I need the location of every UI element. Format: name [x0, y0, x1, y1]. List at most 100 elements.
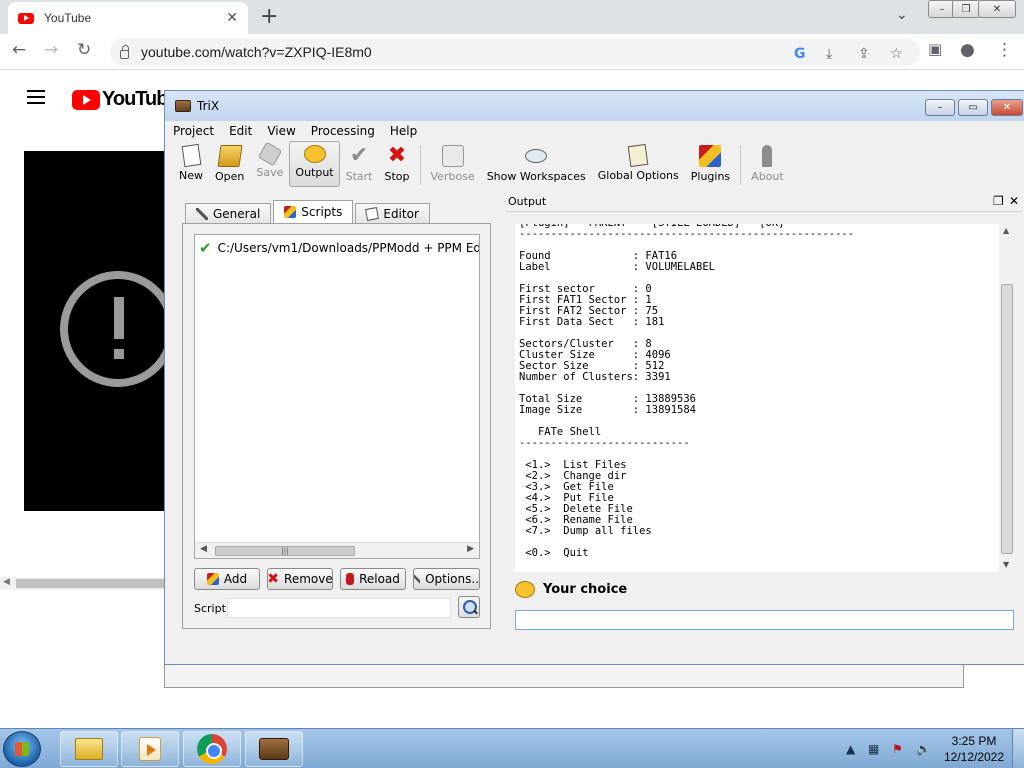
verbose-button[interactable]: Verbose	[425, 141, 481, 187]
share-icon[interactable]: ⇪	[858, 46, 870, 62]
menu-view[interactable]: View	[267, 124, 295, 138]
search-script-button[interactable]	[458, 596, 480, 618]
system-clock[interactable]: 3:25 PM 12/12/2022	[940, 733, 1008, 765]
open-button[interactable]: Open	[209, 141, 250, 187]
youtube-logo-icon	[72, 89, 100, 110]
start-button[interactable]	[3, 731, 41, 767]
float-pane-icon[interactable]: ❐	[993, 194, 1004, 208]
restore-browser-button[interactable]: ❐	[952, 0, 980, 18]
close-browser-button[interactable]: ✕	[978, 0, 1016, 18]
remove-button[interactable]: ✖ Remove	[267, 568, 333, 590]
output-pane-title: Output	[508, 195, 547, 208]
taskbar-media-player[interactable]	[121, 731, 179, 767]
about-button[interactable]: About	[745, 141, 790, 187]
choice-input[interactable]	[515, 610, 1014, 630]
save-button[interactable]: Save	[250, 141, 289, 187]
back-arrow-icon[interactable]: ←	[12, 40, 26, 60]
clock-time: 3:25 PM	[951, 734, 997, 748]
close-tab-icon[interactable]: ✕	[226, 10, 238, 26]
loaded-check-icon: ✔	[199, 239, 212, 257]
scroll-down-arrow-icon[interactable]: ▼	[1003, 560, 1009, 569]
install-app-icon[interactable]: ⤓	[826, 46, 832, 62]
bookmark-star-icon[interactable]: ☆	[890, 46, 903, 62]
trix-app-icon	[175, 100, 191, 112]
taskbar-explorer[interactable]	[60, 731, 118, 767]
editor-page-icon	[365, 206, 380, 221]
plugins-blocks-icon	[699, 145, 722, 167]
folder-icon	[75, 738, 103, 760]
menu-project[interactable]: Project	[173, 124, 214, 138]
output-scroll-thumb[interactable]	[1001, 284, 1013, 554]
reload-icon[interactable]: ↻	[77, 40, 91, 60]
trix-title-bar[interactable]: TriX – ▭ ✕	[165, 91, 1024, 121]
options-wrench-icon	[414, 573, 421, 585]
scripts-panel: ✔ C:/Users/vm1/Downloads/PPModd + PPM Ed…	[182, 223, 491, 629]
clock-date: 12/12/2022	[943, 750, 1005, 764]
start-button[interactable]: ✔ Start	[340, 141, 379, 187]
scroll-up-arrow-icon[interactable]: ▲	[1003, 226, 1009, 235]
stop-button[interactable]: ✖ Stop	[379, 141, 416, 187]
minimize-button[interactable]: –	[925, 99, 955, 116]
maximize-button[interactable]: ▭	[958, 99, 988, 116]
action-center-flag-icon[interactable]: ⚑	[892, 742, 903, 756]
show-hidden-icons-icon[interactable]: ▲	[846, 742, 855, 756]
script-list[interactable]: ✔ C:/Users/vm1/Downloads/PPModd + PPM Ed…	[194, 234, 480, 559]
plugins-button[interactable]: Plugins	[685, 141, 736, 187]
video-player[interactable]	[24, 151, 174, 511]
close-button[interactable]: ✕	[991, 99, 1023, 116]
profile-avatar-icon[interactable]: ●	[960, 40, 975, 60]
forward-arrow-icon[interactable]: →	[44, 40, 58, 60]
new-file-icon	[181, 143, 201, 168]
close-pane-icon[interactable]: ✕	[1009, 194, 1019, 208]
show-workspaces-button[interactable]: Show Workspaces	[481, 141, 592, 187]
youtube-logo[interactable]: YouTube	[72, 88, 179, 111]
volume-icon[interactable]: 🔈	[916, 742, 931, 756]
reload-button[interactable]: Reload	[340, 568, 406, 590]
side-panel-icon[interactable]: ▣	[928, 40, 942, 58]
options-button[interactable]: Options..	[413, 568, 480, 590]
speech-bubble-icon	[303, 145, 326, 163]
media-player-icon	[139, 737, 161, 761]
address-bar[interactable]: youtube.com/watch?v=ZXPIQ-IE8m0 G ⤓ ⇪ ☆	[110, 38, 920, 66]
scroll-left-arrow-icon[interactable]: ◀	[3, 577, 10, 587]
scroll-right-arrow-icon[interactable]: ▶	[467, 544, 474, 554]
trix-chest-icon	[259, 738, 289, 760]
chrome-menu-icon[interactable]: ⋮	[996, 40, 1013, 60]
menu-help[interactable]: Help	[390, 124, 417, 138]
speech-bubble-icon	[515, 581, 535, 598]
list-item[interactable]: ✔ C:/Users/vm1/Downloads/PPModd + PPM Ed…	[199, 239, 479, 257]
new-tab-icon[interactable]: +	[260, 4, 278, 29]
scroll-left-arrow-icon[interactable]: ◀	[200, 544, 207, 554]
new-button[interactable]: New	[173, 141, 209, 187]
tab-general[interactable]: General	[185, 203, 272, 223]
global-options-button[interactable]: Global Options	[592, 141, 685, 187]
toolbar-separator	[740, 145, 742, 185]
add-button[interactable]: Add	[194, 568, 260, 590]
remove-x-icon: ✖	[267, 571, 280, 587]
your-choice-prompt: Your choice	[515, 581, 627, 598]
scrollbar-thumb[interactable]: |||	[215, 546, 355, 556]
page-scroll-thumb[interactable]	[16, 579, 166, 588]
tab-search-chevron-icon[interactable]: ⌄	[896, 7, 908, 23]
youtube-menu-icon[interactable]	[27, 90, 45, 108]
left-tabs: General Scripts Editor	[185, 200, 432, 223]
script-input[interactable]	[227, 598, 451, 618]
browser-tab-youtube[interactable]: YouTube ✕	[8, 2, 248, 34]
menu-processing[interactable]: Processing	[311, 124, 375, 138]
browser-tab-strip: YouTube ✕ + ⌄ – ❐ ✕	[0, 0, 1024, 34]
output-console[interactable]: [Plugin] FAKENT [STILL LOADED] [OK] ----…	[515, 224, 999, 572]
menu-edit[interactable]: Edit	[229, 124, 252, 138]
output-vertical-scrollbar[interactable]: ▲ ▼	[999, 224, 1015, 572]
script-list-scrollbar[interactable]: ◀ ||| ▶	[195, 542, 479, 558]
tab-editor[interactable]: Editor	[355, 203, 430, 223]
scripts-blocks-icon	[284, 206, 297, 218]
network-icon[interactable]: ▦	[868, 742, 879, 756]
taskbar-trix[interactable]	[245, 731, 303, 767]
google-lens-icon[interactable]: G	[794, 46, 806, 62]
page-horizontal-scrollbar[interactable]: ◀	[0, 577, 170, 590]
trix-window: TriX – ▭ ✕ Project Edit View Processing …	[164, 90, 1024, 665]
taskbar-chrome[interactable]	[183, 731, 241, 767]
output-button[interactable]: Output	[289, 141, 340, 187]
tab-scripts[interactable]: Scripts	[273, 200, 354, 223]
show-desktop-button[interactable]	[1012, 729, 1024, 768]
